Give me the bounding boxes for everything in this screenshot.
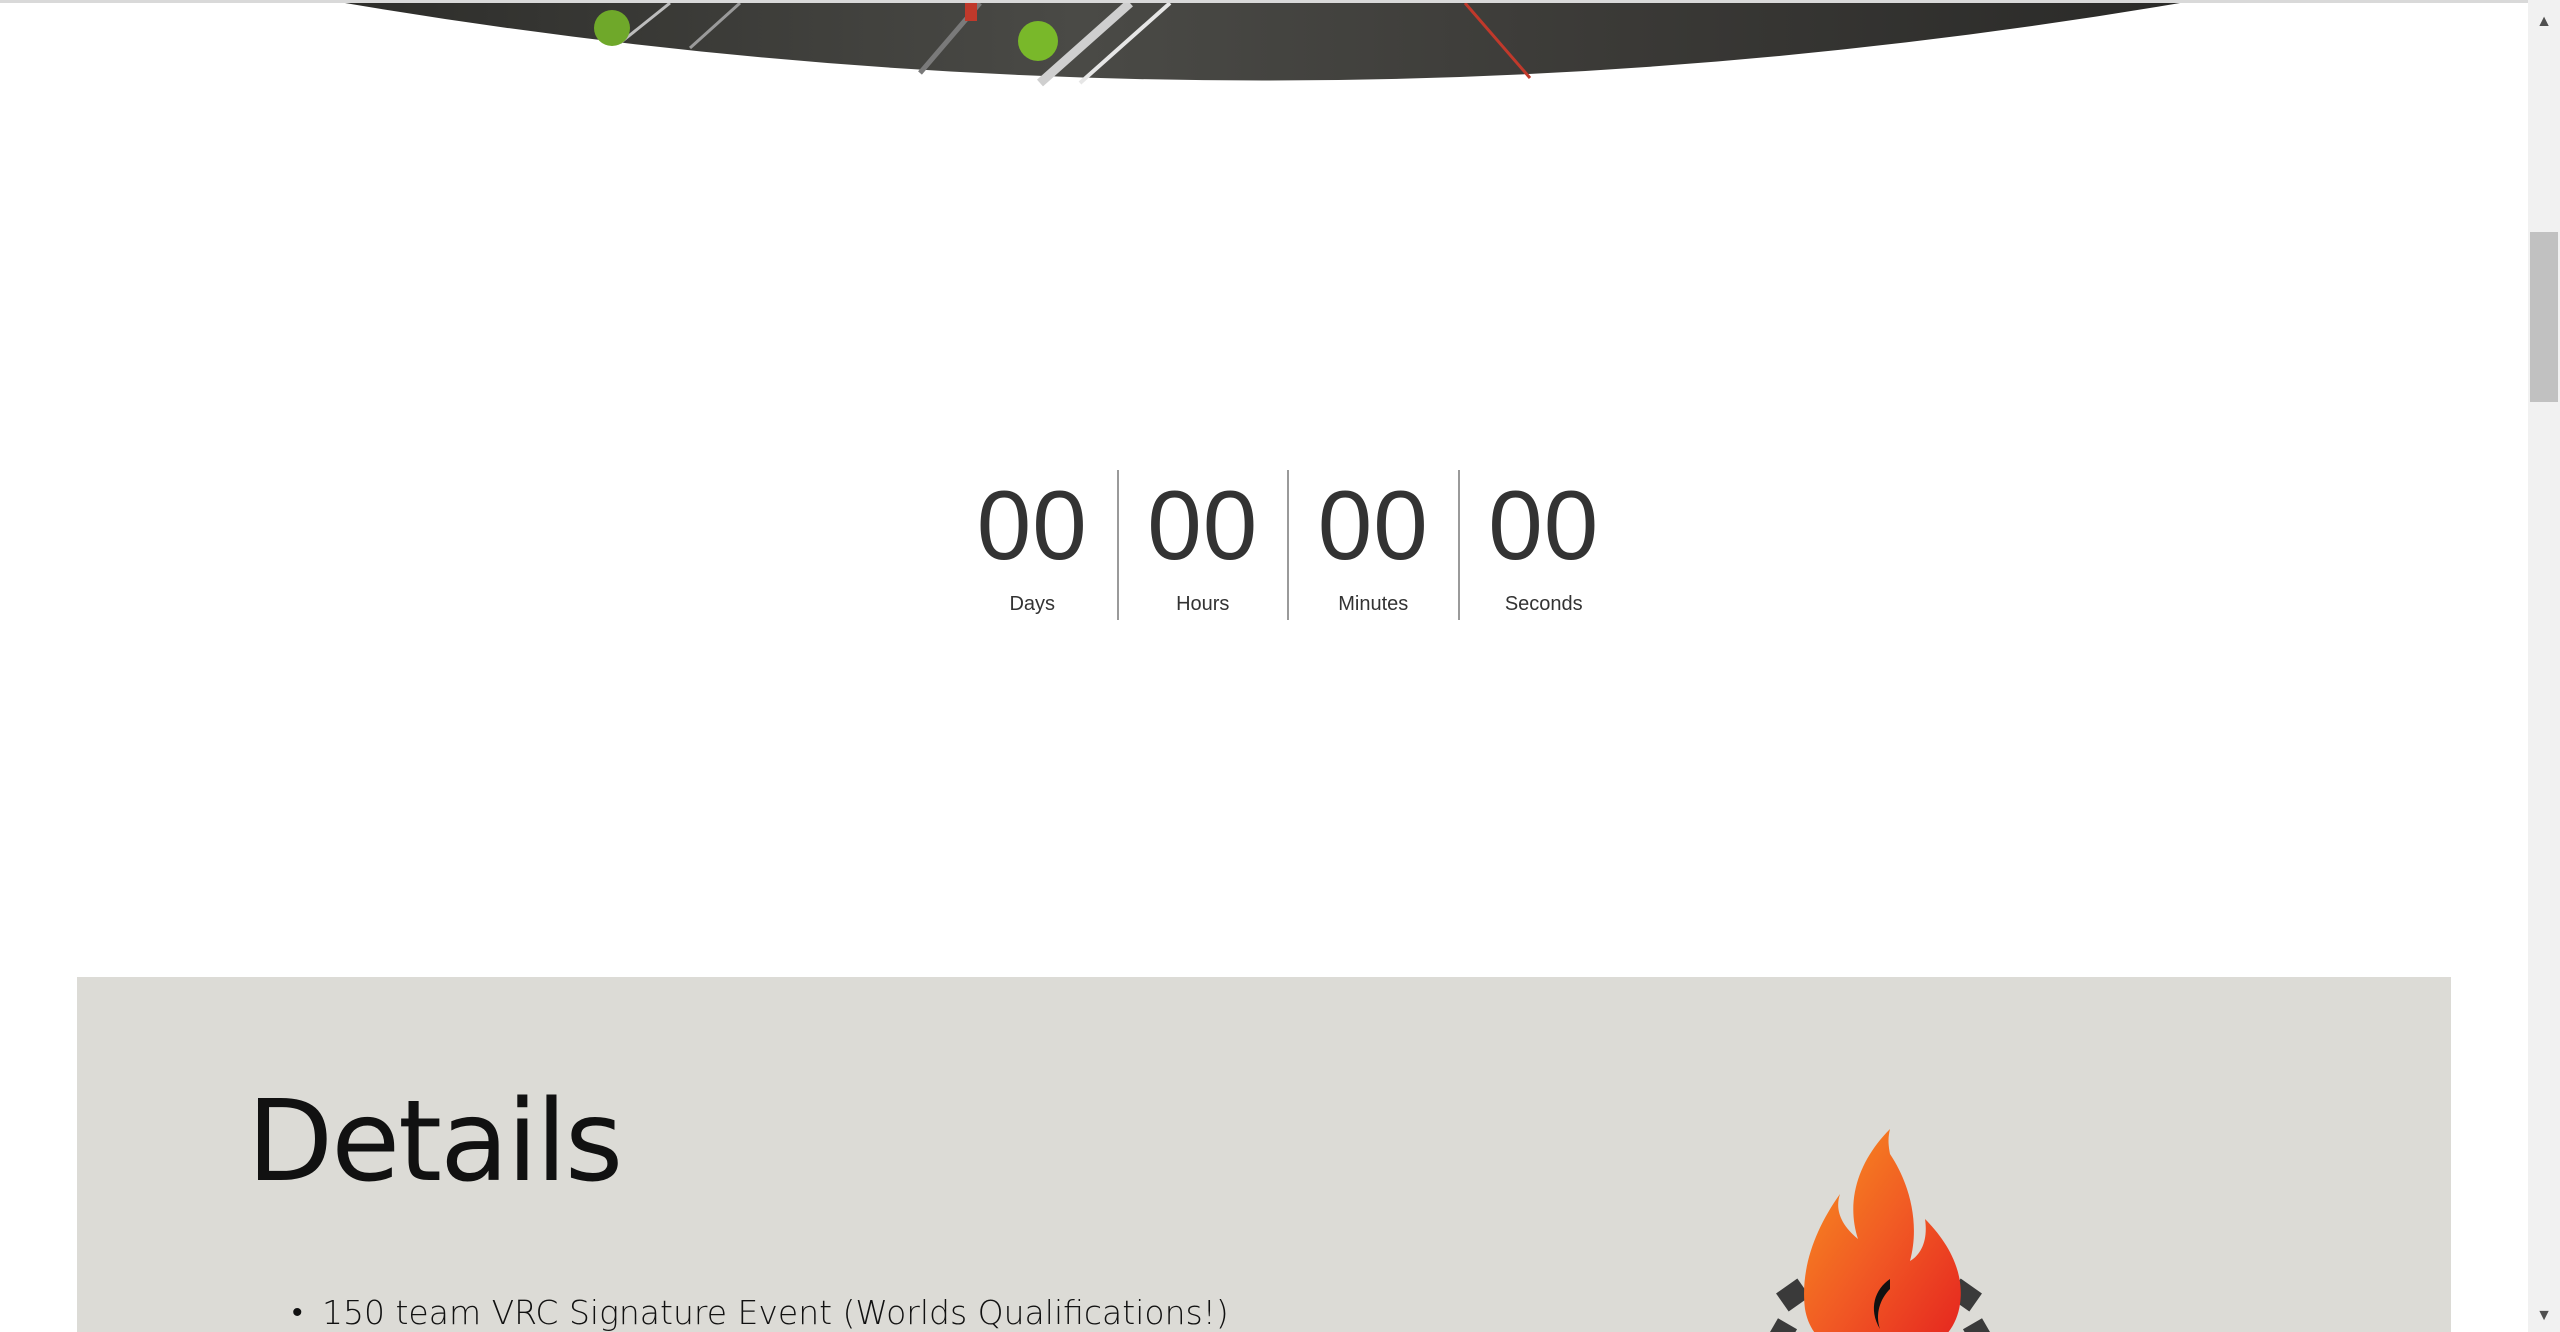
hero-image-banner (0, 3, 2528, 91)
countdown-hours: 00 Hours (1116, 470, 1288, 620)
countdown-days: 00 Days (948, 470, 1117, 620)
flame-gear-logo (1740, 1129, 2020, 1332)
details-item-text: 150 team VRC Signature Event (Worlds Qua… (322, 1293, 1229, 1332)
countdown-hours-label: Hours (1176, 593, 1230, 615)
countdown-timer: 00 Days 00 Hours 00 Minutes 00 Seconds (948, 470, 1628, 620)
details-heading: Details (247, 1077, 623, 1207)
green-ball-icon (594, 10, 630, 46)
countdown-minutes-value: 00 (1317, 470, 1429, 580)
countdown-days-label: Days (1009, 593, 1056, 615)
countdown-minutes-label: Minutes (1338, 593, 1409, 615)
countdown-seconds: 00 Seconds (1457, 470, 1629, 620)
countdown-minutes: 00 Minutes (1287, 470, 1458, 620)
details-section: Details • 150 team VRC Signature Event (… (77, 977, 2451, 1332)
scroll-up-icon[interactable]: ▲ (2528, 8, 2560, 36)
countdown-days-value: 00 (976, 470, 1088, 580)
details-list-item: • 150 team VRC Signature Event (Worlds Q… (292, 1293, 1229, 1332)
countdown-seconds-label: Seconds (1504, 593, 1583, 615)
details-list: • 150 team VRC Signature Event (Worlds Q… (292, 1293, 1229, 1332)
scrollbar-thumb[interactable] (2530, 232, 2558, 402)
bullet-icon: • (292, 1295, 303, 1330)
page-scrollbar[interactable]: ▲ ▼ (2528, 0, 2560, 1332)
scroll-down-icon[interactable]: ▼ (2528, 1302, 2560, 1330)
countdown-seconds-value: 00 (1488, 470, 1600, 580)
green-ball-icon (1018, 21, 1058, 61)
countdown-hours-value: 00 (1147, 470, 1259, 580)
